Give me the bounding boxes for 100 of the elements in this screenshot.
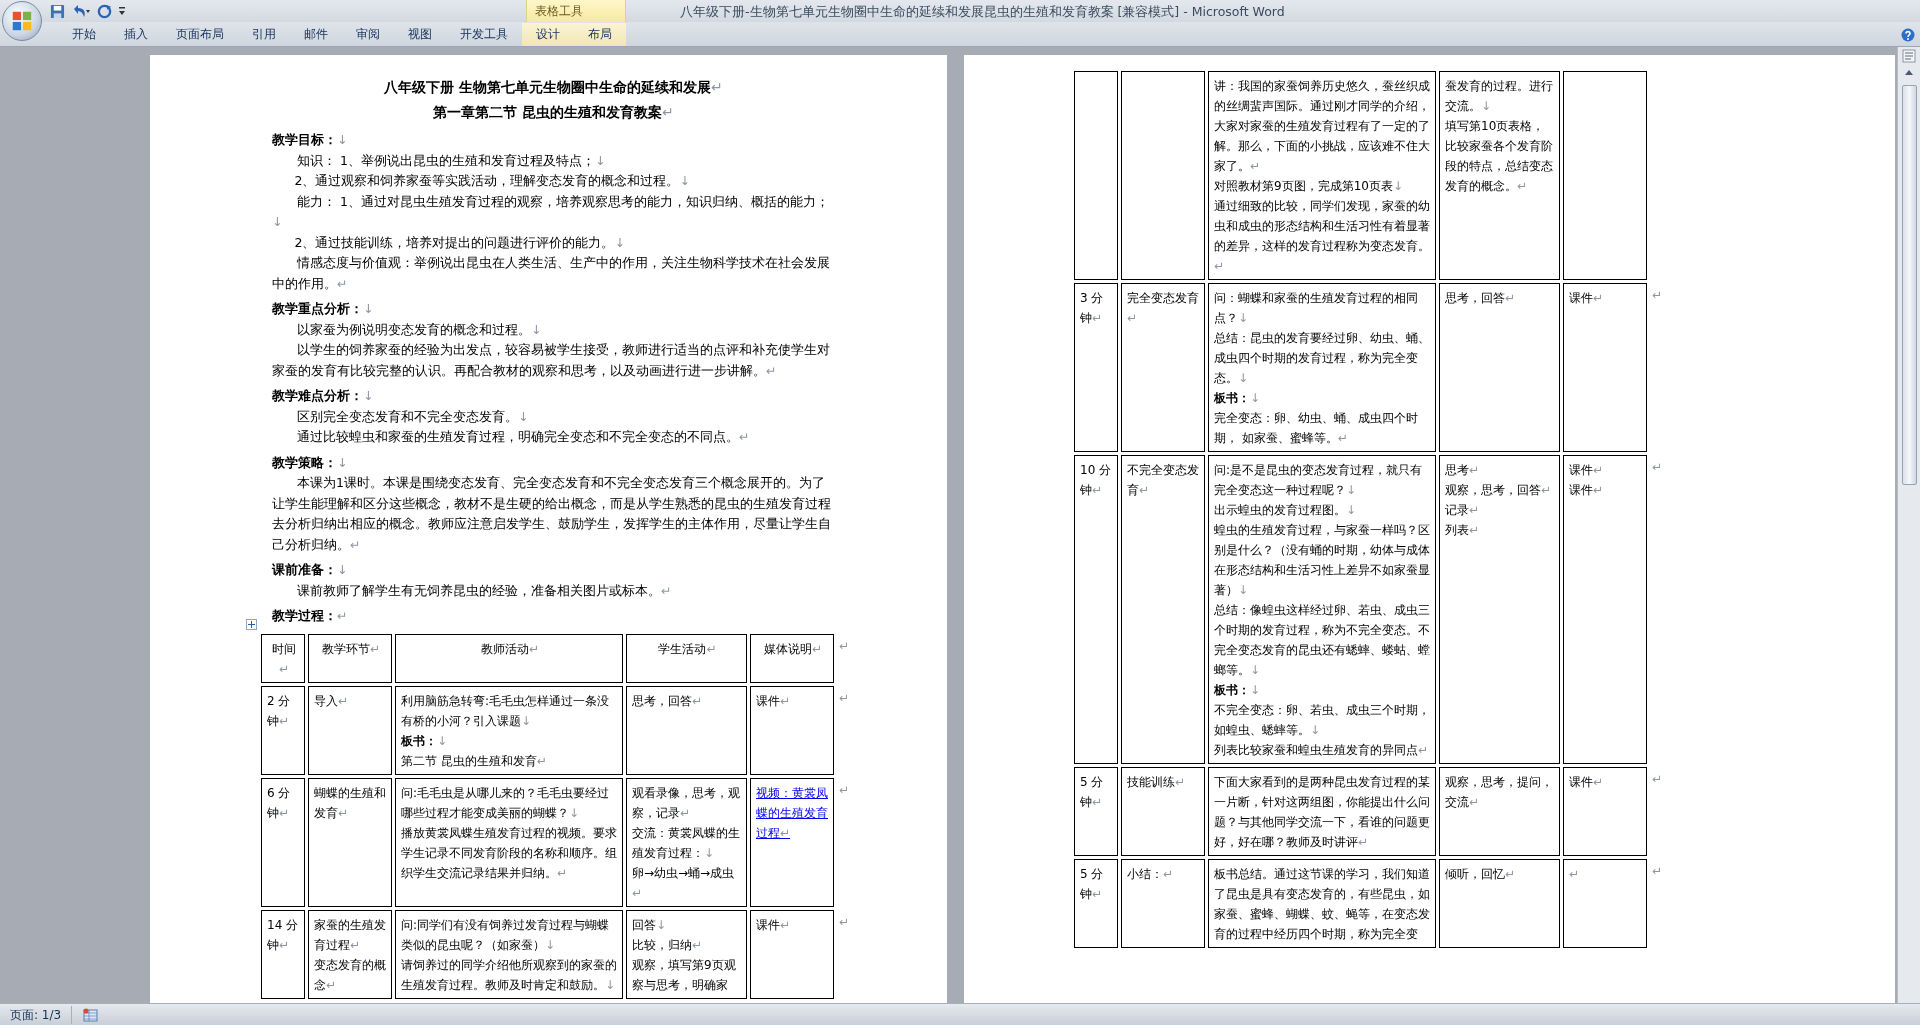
row-end-mark: ↵ [839, 782, 850, 797]
cell-text: 导入↵ [314, 692, 350, 710]
ribbon-tab[interactable]: 引用 [238, 23, 290, 46]
cell-text: 课件↵ [1569, 462, 1605, 479]
cell-text: 不完全变态：卵、若虫、成虫三个时期，如蝗虫、蟋蟀等。↓ [1214, 702, 1431, 739]
layout-icon[interactable] [82, 1007, 99, 1022]
board-label: 板书：↓ [1214, 390, 1262, 407]
context-tab-group: 表格工具 [526, 0, 626, 22]
row-end-mark: ↵ [1652, 288, 1663, 302]
body-text: 通过比较蝗虫和家蚕的生殖发育过程，明确完全变态和不完全变态的不同点。↵ [296, 428, 751, 446]
cell-text: 不完全变态发育↵ [1127, 462, 1200, 499]
cell-text: 完全变态：卵、幼虫、蛹、成虫四个时期， 如家蚕、蜜蜂等。↵ [1214, 410, 1419, 447]
cell-text: 总结：像蝗虫这样经过卵、若虫、成虫三个时期的发育过程，称为不完全变态。不完全变态发育的昆虫还有蟋蟀、蝼蛄、螳螂等。↓ [1214, 602, 1431, 679]
cell-text: 蝴蝶的生殖和发育↵ [314, 784, 387, 822]
table-move-handle-icon[interactable] [246, 618, 257, 630]
ribbon-tab[interactable]: 插入 [110, 23, 162, 46]
column-heading: 媒体说明↵ [762, 640, 824, 658]
cell-text: 交流：黄裳凤蝶的生殖发育过程：↓ [632, 824, 741, 862]
cell-text: 小结：↵ [1127, 866, 1175, 883]
cell-text: 课件↵ [756, 692, 792, 710]
cell-text: 课件↵ [756, 916, 792, 934]
cell-text: 板书总结。通过这节课的学习，我们知道了昆虫是具有变态发育的，有些昆虫，如家蚕、蜜蜂、蝴蝶、蚊、蝇等，在变态发育的过程中经历四个时期，称为完全变 [1214, 866, 1431, 943]
body-text: 2、通过技能训练，培养对提出的问题进行评价的能力。↓ [293, 233, 626, 252]
cell-text: 利用脑筋急转弯:毛毛虫怎样通过一条没有桥的小河？引入课题↓ [401, 692, 611, 730]
column-heading: 教师活动↵ [479, 640, 541, 658]
cell-text: 蝗虫的生殖发育过程，与家蚕一样吗？区别是什么？（没有蛹的时期，幼体与成体在形态结构和生活习性上差异不如家蚕显著）↓ [1214, 522, 1431, 599]
help-icon[interactable] [1901, 28, 1915, 42]
cell-text: 蚕发育的过程。进行交流。↓ [1445, 78, 1554, 115]
section-heading: 教学策略：↓ [272, 453, 349, 472]
cell-text: 思考，回答↵ [632, 692, 704, 710]
cell-text: 观察，思考，回答↵ [1445, 482, 1553, 499]
save-icon[interactable] [50, 3, 65, 19]
cell-text: 变态发育的概念↵ [314, 956, 387, 994]
board-label: 板书：↓ [401, 732, 449, 750]
cell-text: 第二节 昆虫的生殖和发育↵ [401, 752, 548, 770]
cell-text: 问:毛毛虫是从哪儿来的？毛毛虫要经过哪些过程才能变成美丽的蝴蝶？↓ [401, 784, 611, 822]
page-indicator[interactable]: 页面: 1/3 [0, 1005, 73, 1024]
body-text: 本课为1课时。本课是围绕变态发育、完全变态发育和不完全变态发育三个概念展开的。为了让学生能理解和区分这些概念，教材不是生硬的给出概念，而是从学生熟悉的昆虫的生殖发育过程去分析归纳出相应的概念。教师应注意启发学生、鼓励学生，发挥学生的主体作用，尽量让学生自己分析归纳。↵ [272, 474, 832, 554]
cell-text: 3 分钟↵ [1080, 290, 1105, 327]
cell-text: 通过细致的比较，同学们发现，家蚕的幼虫和成虫的形态结构和生活习性有着显著的差异，这样的发育过程称为变态发育。 ↵ [1214, 198, 1431, 275]
cell-text: 下面大家看到的是两种昆虫发育过程的某一片断，针对这两组图，你能提出什么问题？与其他同学交流一下，看谁的问题更好，好在哪？教师及时讲评↵ [1214, 774, 1431, 851]
customize-caret-icon[interactable] [118, 6, 126, 16]
document-title: 第一章第二节 昆虫的生殖和发育教案↵ [432, 103, 675, 122]
section-heading: 教学过程：↵ [272, 607, 349, 625]
cell-text: 倾听，回忆↵ [1445, 866, 1517, 883]
cell-text: 课件↵ [1569, 482, 1605, 499]
body-text: 情感态度与价值观：举例说出昆虫在人类生活、生产中的作用，关注生物科学技术在社会发展中的作用。↵ [272, 254, 831, 293]
undo-icon[interactable] [71, 3, 91, 19]
ruler-toggle-icon[interactable] [1902, 49, 1916, 63]
ribbon-tab[interactable]: 布局 [574, 23, 626, 46]
section-heading: 教学目标：↓ [272, 131, 349, 149]
cell-text: 思考，回答↵ [1445, 290, 1517, 307]
ribbon-tab[interactable]: 页面布局 [162, 23, 238, 46]
ribbon-tab[interactable]: 视图 [394, 23, 446, 46]
row-end-mark: ↵ [839, 638, 850, 653]
cell-text: 讲：我国的家蚕饲养历史悠久，蚕丝织成的丝绸蜚声国际。通过刚才同学的介绍，大家对家蚕的生殖发育过程有了一定的了解。那么，下面的小挑战，应该难不住大家了。↵ [1214, 78, 1431, 175]
redo-icon[interactable] [97, 3, 112, 19]
ribbon-tab[interactable]: 开发工具 [446, 23, 522, 46]
cell-text: 观察，填写第9页观察与思考，明确家 [632, 956, 737, 994]
body-text: 2、通过观察和饲养家蚕等实践活动，理解变态发育的概念和过程。↓ [293, 172, 691, 190]
cell-text: 10 分钟↵ [1080, 462, 1113, 499]
cell-text: 播放黄裳凤蝶生殖发育过程的视频。要求学生记录不同发育阶段的名称和顺序。组织学生交流记录结果并归纳。↵ [401, 824, 618, 882]
row-end-mark: ↵ [839, 914, 850, 929]
body-text: 知识： 1、举例说出昆虫的生殖和发育过程及特点；↓ [296, 151, 607, 170]
cell-text: 填写第10页表格，比较家蚕各个发育阶段的特点，总结变态发育的概念。↵ [1445, 118, 1554, 195]
column-heading: 教学环节↵ [320, 640, 382, 658]
cell-text: 6 分钟↵ [267, 784, 292, 822]
cell-text: 问：蝴蝶和家蚕的生殖发育过程的相同点？↓ [1214, 290, 1419, 327]
body-text: 课前教师了解学生有无饲养昆虫的经验，准备相关图片或标本。↵ [296, 581, 673, 600]
ribbon-tab[interactable]: 审阅 [342, 23, 394, 46]
cell-text: 完全变态发育 ↵ [1127, 290, 1200, 327]
paragraph-mark: ↵ [1569, 867, 1580, 881]
section-heading: 课前准备：↓ [272, 561, 349, 579]
body-text: 以学生的饲养家蚕的经验为出发点，较容易被学生接受，教师进行适当的点评和补充使学生对家蚕的发育有比较完整的认识。再配合教材的观察和思考，以及动画进行进一步讲解。↵ [272, 341, 831, 380]
column-heading: 学生活动↵ [657, 640, 718, 658]
ribbon-tab[interactable]: 邮件 [290, 23, 342, 46]
cell-text: 14 分钟↵ [267, 916, 300, 954]
cell-text: 出示蝗虫的发育过程图。↓ [1214, 502, 1358, 519]
cell-text: 比较，归纳↵ [632, 936, 704, 954]
body-text: 能力： 1、通过对昆虫生殖发育过程的观察，培养观察思考的能力，知识归纳、概括的能力； ↓ [272, 192, 830, 231]
ribbon-tab[interactable]: 设计 [522, 23, 574, 46]
cell-text: 列表↵ [1445, 522, 1481, 539]
cell-text: 列表比较家蚕和蝗虫生殖发育的异同点↵ [1214, 742, 1430, 759]
section-heading: 教学重点分析：↓ [272, 300, 375, 318]
row-end-mark: ↵ [1652, 772, 1663, 786]
office-button[interactable] [2, 1, 42, 41]
row-end-mark: ↵ [1652, 864, 1663, 878]
body-text: 区别完全变态发育和不完全变态发育。↓ [296, 407, 530, 426]
row-end-mark: ↵ [839, 690, 850, 705]
cell-text: 回答↓ [632, 916, 668, 934]
cell-text: 家蚕的生殖发育过程↵ [314, 916, 387, 954]
cell-text: 记录↵ [1445, 502, 1481, 519]
document-title: 八年级下册 生物第七单元生物圈中生命的延续和发展↵ [383, 78, 724, 97]
cell-text: 对照教材第9页图，完成第10页表↓ [1214, 178, 1404, 195]
ribbon-tab[interactable]: 开始 [58, 23, 110, 46]
body-text: 以家蚕为例说明变态发育的概念和过程。↓ [296, 320, 543, 339]
cell-text: 5 分钟↵ [1080, 774, 1105, 811]
board-label: 板书：↓ [1214, 682, 1262, 699]
column-heading: 时间 ↵ [271, 640, 297, 678]
cell-text: 2 分钟↵ [267, 692, 292, 730]
